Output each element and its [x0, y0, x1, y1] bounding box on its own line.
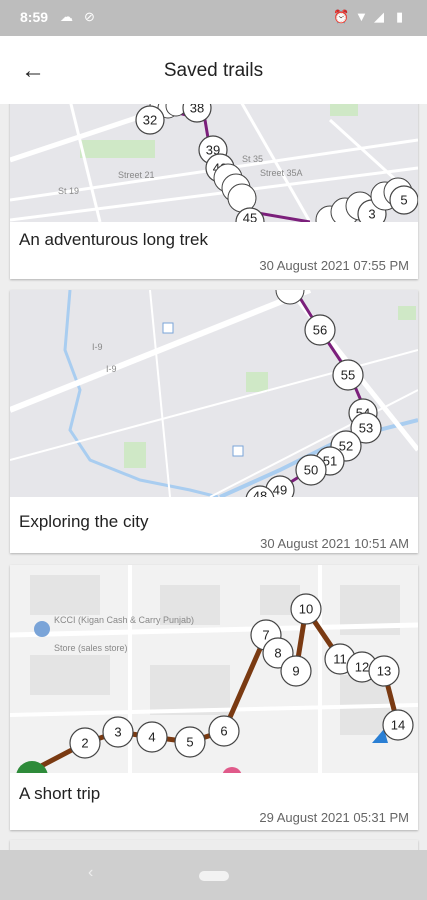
trail-marker: 32: [135, 105, 165, 135]
trail-list[interactable]: Street 21 St 19 St 35 Street 35A 32 38 3…: [0, 104, 427, 850]
svg-text:48: 48: [253, 489, 267, 498]
cloud-icon: ☁: [60, 9, 73, 24]
trail-marker: 55: [332, 359, 364, 391]
nav-back-icon[interactable]: ‹: [88, 864, 93, 882]
trail-marker: 10: [290, 593, 322, 625]
svg-text:9: 9: [292, 664, 299, 679]
svg-text:10: 10: [299, 602, 313, 617]
svg-text:11: 11: [333, 652, 347, 667]
svg-text:3: 3: [114, 725, 121, 740]
status-bar: 8:59 ☁ ⊘ ⏰ ▼ ◢ ▮: [0, 0, 427, 36]
svg-text:4: 4: [148, 730, 155, 745]
svg-text:49: 49: [273, 483, 287, 498]
battery-icon: ▮: [396, 9, 404, 24]
svg-text:8: 8: [274, 646, 281, 661]
trail-marker: 14: [382, 709, 414, 741]
app-bar: ← Saved trails: [0, 36, 427, 104]
trail-marker: 5: [174, 726, 206, 758]
trail-name: Exploring the city: [19, 512, 149, 531]
map-place-label: KCCI (Kigan Cash & Carry Punjab): [54, 615, 194, 625]
trail-marker: 13: [368, 655, 400, 687]
alarm-icon: ⏰: [333, 9, 350, 24]
map-street-label: Street 21: [118, 170, 155, 180]
trail-card[interactable]: [10, 840, 418, 850]
svg-text:50: 50: [304, 463, 318, 478]
trail-marker: 6: [208, 715, 240, 747]
svg-text:45: 45: [243, 211, 257, 223]
page-title: Saved trails: [163, 60, 264, 81]
signal-icon: ◢: [374, 9, 384, 24]
trail-marker: 9: [280, 655, 312, 687]
svg-text:5: 5: [400, 193, 407, 208]
svg-text:32: 32: [143, 113, 157, 128]
trail-marker: 56: [304, 314, 336, 346]
map-street-label: St 19: [58, 186, 79, 196]
svg-text:52: 52: [339, 439, 353, 454]
trail-map[interactable]: Street 21 St 19 St 35 Street 35A 32 38 3…: [10, 104, 418, 222]
trail-name: A short trip: [19, 784, 101, 803]
trail-date: 30 August 2021 07:55 PM: [259, 258, 409, 273]
wifi-icon: ▼: [355, 9, 368, 24]
svg-text:2: 2: [81, 736, 88, 751]
map-place-label: Store (sales store): [54, 643, 128, 653]
svg-text:7: 7: [262, 628, 269, 643]
trail-map[interactable]: KCCI (Kigan Cash & Carry Punjab) Store (…: [10, 565, 418, 773]
svg-text:14: 14: [391, 718, 405, 733]
svg-text:53: 53: [359, 421, 373, 436]
trail-marker: 2: [69, 727, 101, 759]
trail-date: 30 August 2021 10:51 AM: [260, 536, 409, 551]
trail-card[interactable]: Street 21 St 19 St 35 Street 35A 32 38 3…: [10, 104, 418, 279]
trail-card[interactable]: KCCI (Kigan Cash & Carry Punjab) Store (…: [10, 565, 418, 830]
trail-marker: 4: [136, 721, 168, 753]
svg-text:3: 3: [368, 207, 375, 222]
svg-text:5: 5: [186, 735, 193, 750]
svg-text:6: 6: [220, 724, 227, 739]
sync-icon: ⊘: [84, 9, 95, 24]
svg-text:13: 13: [377, 664, 391, 679]
svg-text:38: 38: [190, 104, 204, 116]
svg-text:55: 55: [341, 368, 355, 383]
map-street-label: Street 35A: [260, 168, 303, 178]
map-highway-label: I-9: [92, 342, 103, 352]
trail-map[interactable]: I-9 I-9 56 55 54 53 52 51 50 49 48: [10, 290, 418, 497]
svg-text:12: 12: [355, 660, 369, 675]
map-highway-label: I-9: [106, 364, 117, 374]
trail-date: 29 August 2021 05:31 PM: [259, 810, 409, 825]
svg-text:56: 56: [313, 323, 327, 338]
nav-home-pill[interactable]: [199, 871, 229, 881]
trail-marker: 50: [295, 454, 327, 486]
status-time: 8:59: [20, 9, 49, 25]
trail-marker: 3: [102, 716, 134, 748]
map-street-label: St 35: [242, 154, 263, 164]
navigation-bar: ‹: [0, 850, 427, 900]
trail-marker: 5: [389, 185, 418, 215]
trail-card[interactable]: I-9 I-9 56 55 54 53 52 51 50 49 48 Explo…: [10, 290, 418, 553]
trail-name: An adventurous long trek: [19, 230, 209, 249]
